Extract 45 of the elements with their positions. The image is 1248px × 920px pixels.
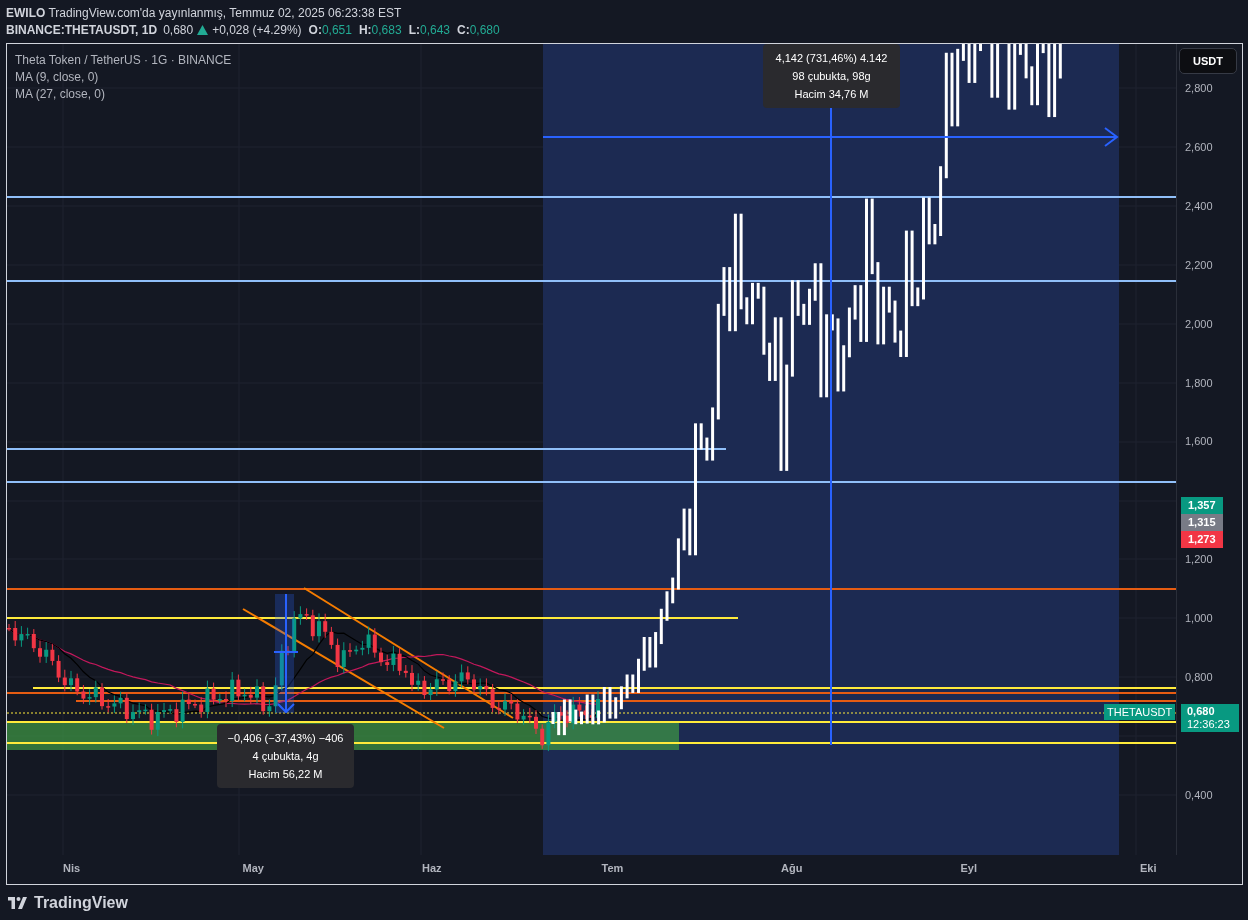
bar-countdown: 12:36:23 bbox=[1187, 718, 1231, 731]
price-tick: 2,200 bbox=[1185, 257, 1213, 273]
time-label: Nis bbox=[63, 862, 81, 874]
time-label: Eyl bbox=[960, 862, 977, 874]
publish-info: EWILO TradingView.com'da yayınlanmış, Temmuz 02, 2025 06:23:38 EST bbox=[6, 5, 403, 21]
measure-tooltip: −0,406 (−37,43%) −406 4 çubukta, 4g Hacim 56,22 M bbox=[217, 724, 354, 788]
currency-button[interactable]: USDT bbox=[1179, 48, 1237, 74]
price-tick: 1,200 bbox=[1185, 552, 1213, 568]
price-value: 0,680 bbox=[163, 22, 194, 37]
ohlc-value: 0,680 bbox=[469, 22, 500, 37]
ohlc-label: O: bbox=[308, 22, 322, 37]
symbol-price-label: THETAUSDT bbox=[1104, 704, 1176, 720]
time-label: May bbox=[242, 862, 264, 874]
price-tick: 2,600 bbox=[1185, 139, 1213, 155]
price-tick: 1,800 bbox=[1185, 375, 1213, 391]
logo-icon bbox=[8, 897, 28, 909]
time-label: Haz bbox=[422, 862, 442, 874]
price-tick: 2,800 bbox=[1185, 81, 1213, 96]
chart-title: Theta Token / TetherUS · 1G · BINANCE bbox=[15, 52, 232, 69]
price-badge: 1,273 bbox=[1181, 531, 1223, 548]
price-tick: 2,000 bbox=[1185, 316, 1213, 332]
ohlc-value: 0,683 bbox=[371, 22, 402, 37]
time-label: Tem bbox=[601, 862, 624, 874]
time-label: Eki bbox=[1140, 862, 1157, 874]
indicator-label[interactable]: MA (27, close, 0) bbox=[15, 86, 232, 103]
price-tick: 1,600 bbox=[1185, 434, 1213, 450]
brand-name: TradingView bbox=[34, 894, 128, 912]
measure-tooltip: 4,142 (731,46%) 4.142 98 çubukta, 98g Hacim 34,76 M bbox=[763, 44, 900, 108]
price-tick: 1,000 bbox=[1185, 611, 1213, 627]
ohlc-value: 0,651 bbox=[321, 22, 352, 37]
ohlc-label: L: bbox=[408, 22, 420, 37]
price-badge: 1,357 bbox=[1181, 497, 1223, 514]
price-tick: 0,800 bbox=[1185, 670, 1213, 685]
ohlc-value: 0,643 bbox=[419, 22, 450, 37]
indicator-label[interactable]: MA (9, close, 0) bbox=[15, 69, 232, 86]
price-change: +0,028 (+4.29%) bbox=[212, 22, 302, 37]
ohlc-label: H: bbox=[358, 22, 372, 37]
ohlc-label: C: bbox=[457, 22, 470, 37]
symbol-label: BINANCE:THETAUSDT, 1D bbox=[6, 22, 158, 37]
last-price: 0,680 bbox=[1187, 705, 1216, 718]
price-tick: 0,400 bbox=[1185, 787, 1213, 803]
price-tick: 2,400 bbox=[1185, 198, 1213, 214]
price-badge: 1,315 bbox=[1181, 514, 1223, 531]
time-label: Ağu bbox=[781, 862, 803, 874]
up-triangle-icon bbox=[197, 24, 209, 35]
